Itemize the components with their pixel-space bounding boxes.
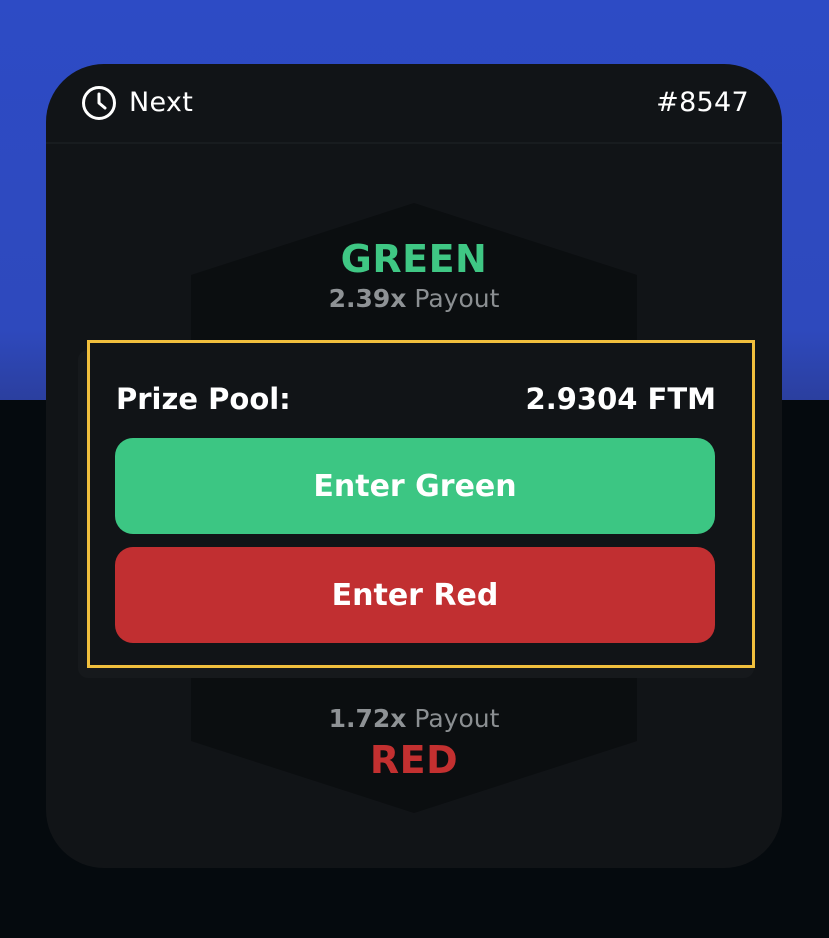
round-status-label: Next xyxy=(129,87,194,118)
red-title: RED xyxy=(369,738,459,782)
red-payout-label: Payout xyxy=(414,704,500,733)
green-multiplier: 2.39x xyxy=(328,284,407,313)
clock-icon xyxy=(81,85,117,121)
green-title: GREEN xyxy=(340,237,488,281)
round-status: Next xyxy=(81,85,193,121)
round-card: Next #8547 GREEN 2.39x Payout Prize Pool… xyxy=(46,64,782,868)
enter-red-button[interactable]: Enter Red xyxy=(115,547,715,643)
red-payout: 1.72x Payout xyxy=(46,703,782,735)
green-payout: 2.39x Payout xyxy=(46,283,782,315)
enter-green-label: Enter Green xyxy=(313,468,517,504)
red-multiplier: 1.72x xyxy=(328,704,407,733)
enter-green-button[interactable]: Enter Green xyxy=(115,438,715,534)
enter-red-label: Enter Red xyxy=(331,577,499,613)
bet-panel: Prize Pool: 2.9304 FTM Enter Green Enter… xyxy=(87,340,755,668)
round-id: #8547 xyxy=(656,87,749,118)
prize-pool-value: 2.9304 FTM xyxy=(525,382,716,416)
card-header: Next #8547 xyxy=(46,64,782,144)
prize-pool-row: Prize Pool: 2.9304 FTM xyxy=(116,379,716,419)
green-payout-label: Payout xyxy=(414,284,500,313)
prize-pool-label: Prize Pool: xyxy=(116,382,291,416)
